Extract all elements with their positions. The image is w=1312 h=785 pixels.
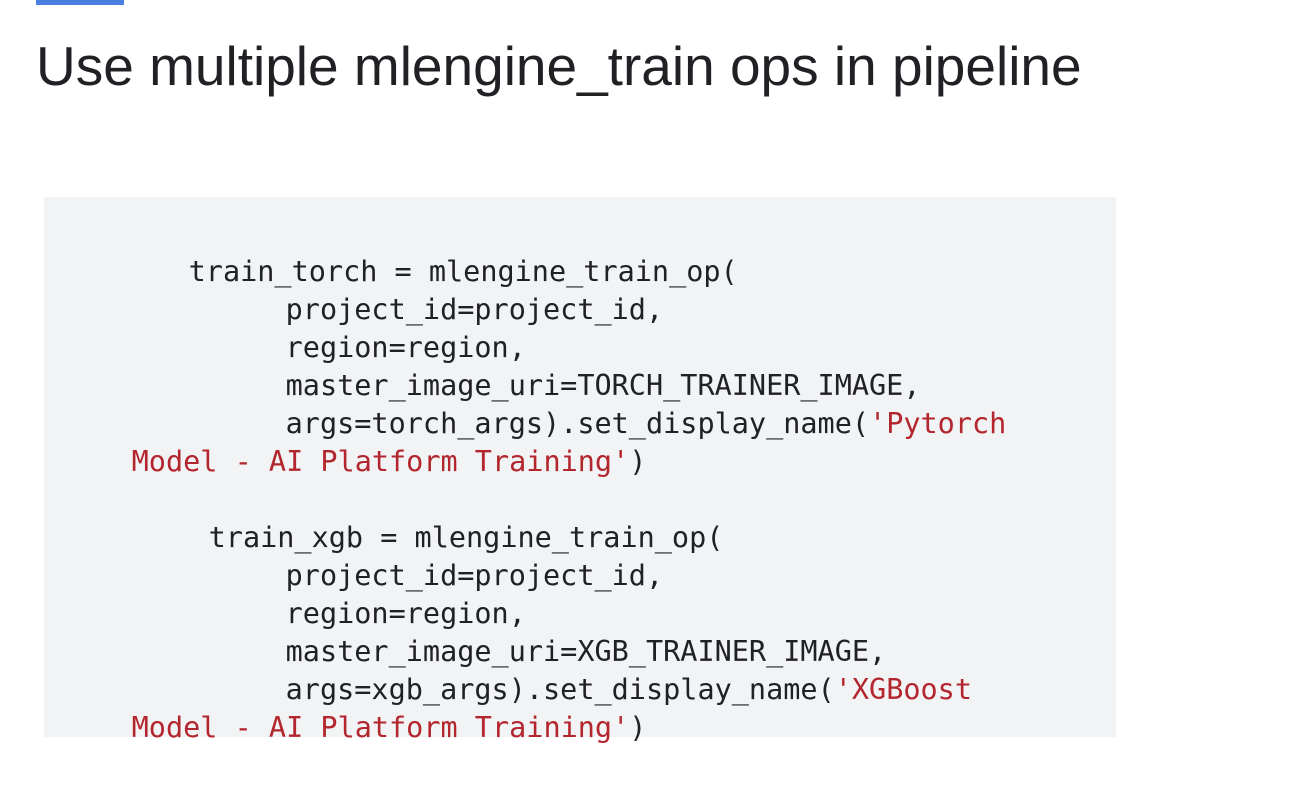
code-line-8: project_id=project_id,: [217, 519, 664, 592]
string-literal: Model - AI Platform Training': [131, 445, 630, 478]
code-line-10: master_image_uri=XGB_TRAINER_IMAGE,: [217, 595, 887, 668]
code-line-1: train_torch = mlengine_train_op(: [120, 215, 738, 288]
code-line-7: train_xgb = mlengine_train_op(: [140, 481, 724, 554]
title-accent-bar: [36, 0, 124, 5]
code-line-3: region=region,: [217, 291, 526, 364]
slide-title: Use multiple mlengine_train ops in pipel…: [36, 35, 1082, 97]
code-line-2: project_id=project_id,: [217, 253, 664, 326]
code-text: ): [629, 445, 647, 478]
code-line-12: Model - AI Platform Training'): [63, 671, 647, 744]
code-text: ): [629, 711, 647, 744]
string-literal: 'XGBoost: [834, 673, 972, 706]
code-line-5: args=torch_args).set_display_name('Pytor…: [217, 367, 1007, 440]
code-block: train_torch = mlengine_train_op( project…: [44, 197, 1116, 744]
code-line-4: master_image_uri=TORCH_TRAINER_IMAGE,: [217, 329, 921, 402]
string-literal: 'Pytorch: [869, 407, 1007, 440]
code-line-9: region=region,: [217, 557, 526, 630]
code-line-11: args=xgb_args).set_display_name('XGBoost: [217, 633, 972, 706]
code-line-6: Model - AI Platform Training'): [63, 405, 647, 478]
string-literal: Model - AI Platform Training': [131, 711, 630, 744]
